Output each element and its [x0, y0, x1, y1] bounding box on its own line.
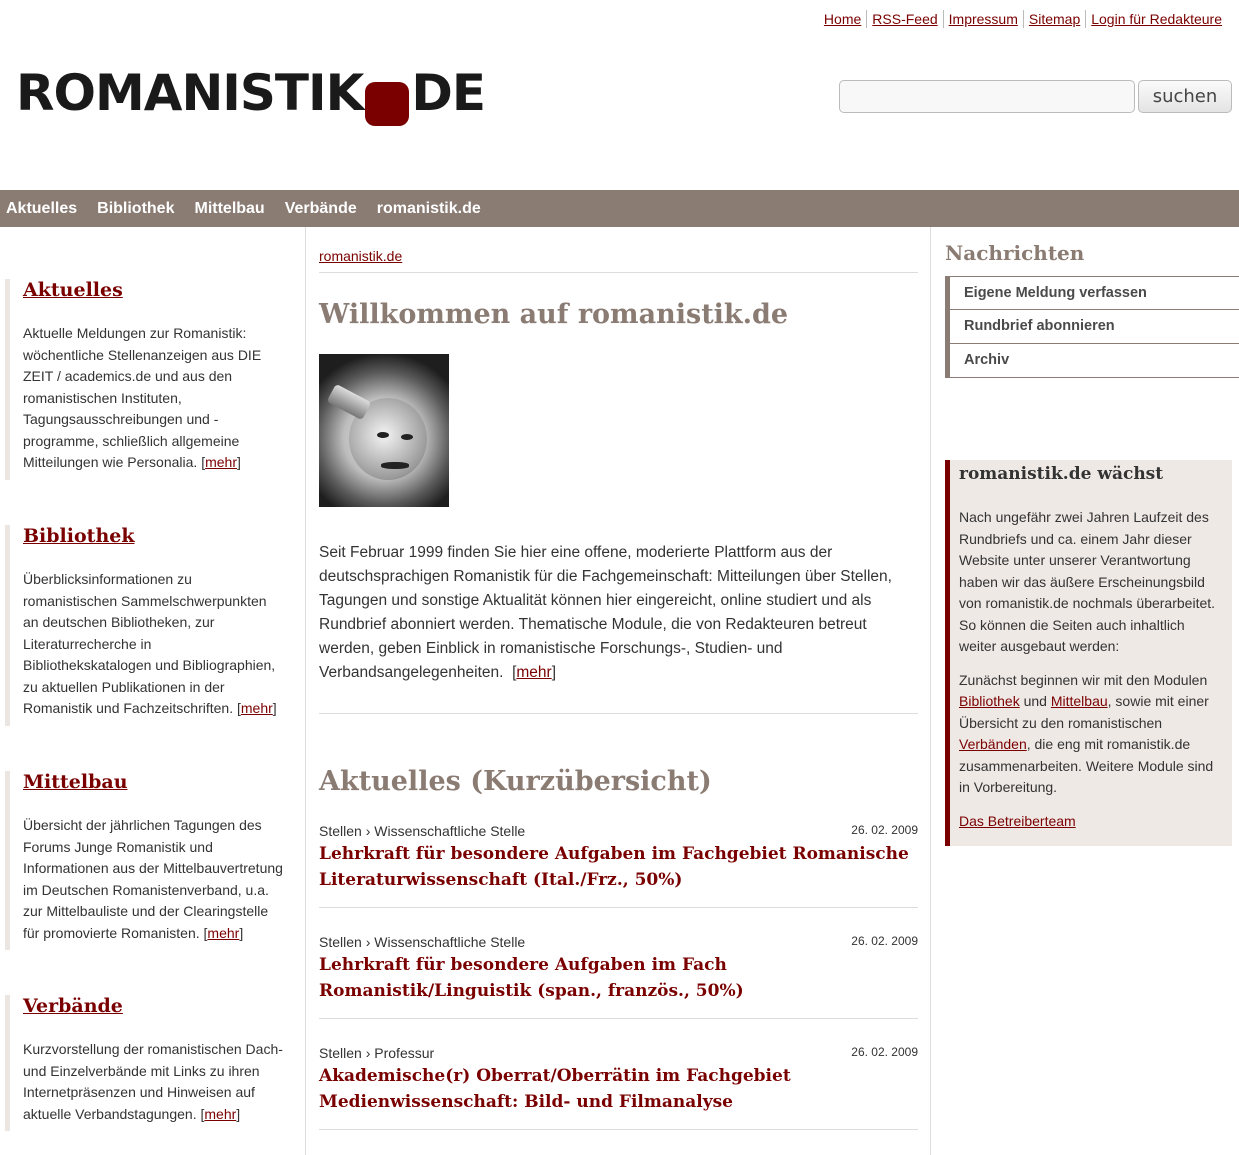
teaser-title-link[interactable]: Bibliothek	[23, 525, 135, 547]
more-link[interactable]: mehr	[204, 1106, 236, 1122]
teaser-title-link[interactable]: Aktuelles	[23, 279, 123, 301]
news-date: 26. 02. 2009	[851, 934, 918, 948]
news-item: Stellen › Wissenschaftliche Stelle 26. 0…	[319, 823, 918, 908]
top-links: Home RSS-Feed Impressum Sitemap Login fü…	[819, 10, 1227, 28]
intro-paragraph: Seit Februar 1999 finden Sie hier eine o…	[319, 541, 918, 714]
teaser-aktuelles: Aktuelles Aktuelle Meldungen zur Romanis…	[5, 279, 295, 480]
rss-link[interactable]: RSS-Feed	[866, 10, 942, 28]
menu-item-meldung[interactable]: Eigene Meldung verfassen	[950, 276, 1239, 310]
info-box-title: romanistik.de wächst	[959, 464, 1164, 484]
teaser-mittelbau: Mittelbau Übersicht der jährlichen Tagun…	[5, 771, 295, 950]
info-box-paragraph: Nach ungefähr zwei Jahren Laufzeit des R…	[959, 509, 1216, 654]
logo-dot-icon	[365, 82, 410, 126]
search-input[interactable]	[839, 80, 1135, 113]
teaser-text: Überblicksinformationen zu romanistische…	[23, 571, 276, 716]
mittelbau-link[interactable]: Mittelbau	[1051, 693, 1108, 709]
main-column: romanistik.de Willkommen auf romanistik.…	[306, 227, 931, 1155]
news-item: Stellen › Professur 26. 02. 2009 Akademi…	[319, 1045, 918, 1130]
nav-bibliothek[interactable]: Bibliothek	[91, 200, 180, 218]
nav-mittelbau[interactable]: Mittelbau	[188, 200, 270, 218]
sitemap-link[interactable]: Sitemap	[1022, 10, 1085, 28]
teaser-title-link[interactable]: Mittelbau	[23, 771, 128, 793]
home-link[interactable]: Home	[819, 10, 866, 28]
teaser-text: Aktuelle Meldungen zur Romanistik: wöche…	[23, 325, 262, 470]
betreiberteam-link[interactable]: Das Betreiberteam	[959, 813, 1076, 829]
main-nav: Aktuelles Bibliothek Mittelbau Verbände …	[0, 190, 1239, 227]
login-link[interactable]: Login für Redakteure	[1085, 10, 1227, 28]
nav-romanistik[interactable]: romanistik.de	[371, 200, 487, 218]
bibliothek-link[interactable]: Bibliothek	[959, 693, 1020, 709]
news-title-link[interactable]: Akademische(r) Oberrat/Oberrätin im Fach…	[319, 1063, 918, 1115]
more-link[interactable]: mehr	[207, 925, 239, 941]
teaser-bibliothek: Bibliothek Überblicksinformationen zu ro…	[5, 525, 295, 726]
search-form: suchen	[839, 80, 1232, 113]
teaser-text: Übersicht der jährlichen Tagungen des Fo…	[23, 817, 283, 941]
news-date: 26. 02. 2009	[851, 1045, 918, 1059]
news-date: 26. 02. 2009	[851, 823, 918, 837]
site-logo[interactable]: ROMANISTIK DE	[16, 60, 486, 132]
teaser-verbaende: Verbände Kurzvorstellung der romanistisc…	[5, 995, 295, 1131]
right-column: Nachrichten Eigene Meldung verfassen Run…	[931, 227, 1239, 1155]
news-category: Stellen › Professur	[319, 1045, 435, 1061]
info-box: romanistik.de wächst Nach ungefähr zwei …	[945, 460, 1232, 846]
teaser-text: Kurzvorstellung der romanistischen Dach-…	[23, 1041, 283, 1122]
menu-item-rundbrief[interactable]: Rundbrief abonnieren	[950, 310, 1239, 344]
breadcrumb-home-link[interactable]: romanistik.de	[319, 248, 402, 264]
intro-text: Seit Februar 1999 finden Sie hier eine o…	[319, 544, 892, 681]
logo-text-right: DE	[411, 64, 486, 122]
intro-more-link[interactable]: mehr	[516, 664, 551, 681]
menu-item-archiv[interactable]: Archiv	[950, 344, 1239, 378]
breadcrumb: romanistik.de	[319, 227, 918, 273]
teaser-title-link[interactable]: Verbände	[23, 995, 123, 1017]
impressum-link[interactable]: Impressum	[942, 10, 1023, 28]
news-item: Stellen › Wissenschaftliche Stelle 26. 0…	[319, 934, 918, 1019]
news-category: Stellen › Wissenschaftliche Stelle	[319, 934, 526, 950]
moon-image	[319, 354, 449, 507]
page-title: Willkommen auf romanistik.de	[319, 299, 789, 330]
info-box-paragraph: Zunächst beginnen wir mit den Modulen Bi…	[959, 671, 1214, 796]
verbaende-link[interactable]: Verbänden	[959, 736, 1027, 752]
news-title-link[interactable]: Lehrkraft für besondere Aufgaben im Fach…	[319, 952, 918, 1004]
nachrichten-menu: Eigene Meldung verfassen Rundbrief abonn…	[945, 276, 1239, 378]
more-link[interactable]: mehr	[241, 700, 273, 716]
news-category: Stellen › Wissenschaftliche Stelle	[319, 823, 526, 839]
logo-text-left: ROMANISTIK	[16, 64, 364, 122]
nachrichten-heading: Nachrichten	[945, 241, 1085, 265]
search-button[interactable]: suchen	[1138, 80, 1232, 113]
news-title-link[interactable]: Lehrkraft für besondere Aufgaben im Fach…	[319, 841, 918, 893]
left-column: Aktuelles Aktuelle Meldungen zur Romanis…	[0, 227, 306, 1155]
nav-aktuelles[interactable]: Aktuelles	[0, 200, 83, 218]
more-link[interactable]: mehr	[205, 454, 237, 470]
nav-verbaende[interactable]: Verbände	[279, 200, 363, 218]
news-section-title: Aktuelles (Kurzübersicht)	[319, 766, 712, 797]
